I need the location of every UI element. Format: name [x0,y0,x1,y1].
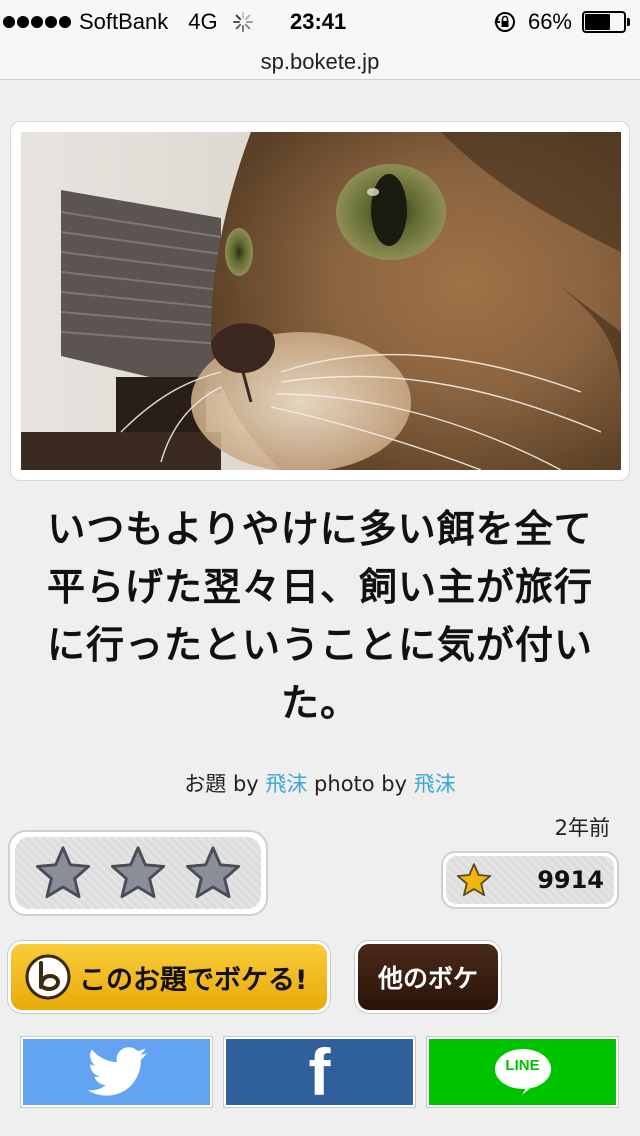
url-bar[interactable]: sp.bokete.jp [0,44,640,80]
photo-card [10,121,630,481]
credits: お題 by 飛沫 photo by 飛沫 [0,768,640,798]
bokete-logo-icon [25,954,71,1000]
score-value: 9914 [537,866,604,894]
loading-spinner-icon [232,11,254,33]
signal-strength-icon [3,16,71,28]
rate-star-icon[interactable] [109,844,167,902]
photo-author-link[interactable]: 飛沫 [414,772,456,796]
cat-photo[interactable] [21,132,621,470]
score-box: 9914 [441,851,619,909]
share-facebook-button[interactable]: f [223,1036,416,1108]
line-logo-text: LINE [505,1057,540,1074]
odai-author-link[interactable]: 飛沫 [265,772,307,796]
status-bar: SoftBank 4G 23:41 66% [0,0,640,44]
carrier-name: SoftBank [79,9,169,34]
score-inner: 9914 [446,856,614,904]
share-line-button[interactable]: LINE [426,1036,619,1108]
rate-star-icon[interactable] [184,844,242,902]
post-age: 2年前 [554,816,610,840]
share-twitter-button[interactable] [20,1036,213,1108]
clock: 23:41 [290,9,347,34]
rating-stars [15,837,261,909]
rotation-lock-icon [494,12,515,32]
battery-percent: 66% [527,9,572,34]
odai-prefix: お題 by [184,772,266,796]
twitter-bird-icon [87,1047,147,1096]
boke-caption: いつもよりやけに多い餌を全て平らげた翌々日、飼い主が旅行に行ったということに気が… [46,507,593,725]
status-right: 66% [494,0,630,44]
facebook-f-icon: f [308,1035,331,1109]
rating-box [8,830,268,916]
boke-this-odai-button[interactable]: このお題でボケる! [8,941,330,1013]
rate-star-icon[interactable] [34,844,92,902]
photo-prefix: photo by [307,772,414,796]
network-type: 4G [188,9,218,34]
share-row: f LINE [20,1036,620,1108]
boke-button-label: このお題でボケる! [79,964,308,996]
line-logo-icon: LINE [492,1047,554,1097]
status-left: SoftBank 4G [0,0,254,44]
other-boke-label: 他のボケ [377,964,478,993]
other-boke-button[interactable]: 他のボケ [355,941,501,1013]
star-icon [456,863,492,897]
url-text: sp.bokete.jp [260,48,380,74]
battery-icon [582,11,630,33]
